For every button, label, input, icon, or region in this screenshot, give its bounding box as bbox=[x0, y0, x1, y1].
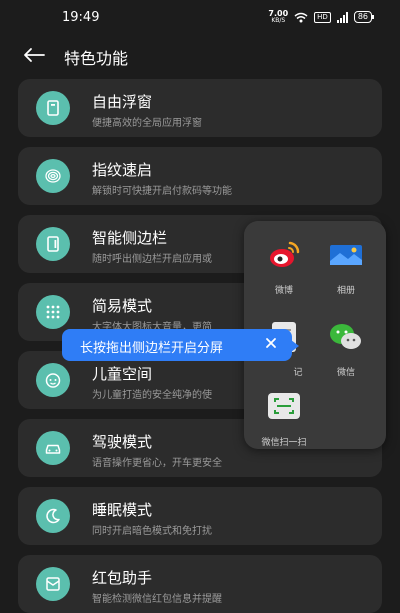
feature-item-sleep-mode[interactable]: 睡眠模式 同时开启暗色模式和免打扰 bbox=[18, 487, 382, 545]
status-icons: 7.00 KB/S HD 86 bbox=[268, 9, 375, 25]
sidebar-app-gallery[interactable]: 相册 bbox=[316, 237, 376, 296]
split-screen-tooltip: 长按拖出侧边栏开启分屏 bbox=[62, 329, 299, 361]
page-title: 特色功能 bbox=[64, 49, 129, 68]
feature-subtitle: 语音操作更省心，开车更安全 bbox=[92, 458, 222, 469]
feature-title: 智能侧边栏 bbox=[92, 229, 168, 247]
page-header: 特色功能 bbox=[0, 38, 400, 72]
moon-icon bbox=[36, 499, 70, 533]
floating-window-icon bbox=[36, 91, 70, 125]
feature-title: 自由浮窗 bbox=[92, 93, 153, 111]
wechat-scan-icon bbox=[268, 393, 300, 419]
sidebar-app-label: 微博 bbox=[274, 286, 293, 296]
sidebar-app-label: 相册 bbox=[336, 286, 355, 296]
sidebar-icon bbox=[36, 227, 70, 261]
feature-subtitle: 为儿童打造的安全纯净的使 bbox=[92, 390, 212, 401]
feature-item-fingerprint[interactable]: 指纹速启 解锁时可快捷开启付款码等功能 bbox=[18, 147, 382, 205]
signal-icon bbox=[336, 11, 348, 23]
fingerprint-icon bbox=[36, 159, 70, 193]
feature-subtitle: 同时开启暗色模式和免打扰 bbox=[92, 526, 212, 537]
gallery-icon bbox=[330, 245, 362, 265]
feature-title: 红包助手 bbox=[92, 569, 153, 587]
feature-subtitle: 解锁时可快捷开启付款码等功能 bbox=[92, 186, 232, 197]
sidebar-app-weibo[interactable]: 微博 bbox=[254, 237, 314, 296]
back-arrow-icon[interactable] bbox=[22, 47, 46, 63]
close-icon[interactable] bbox=[264, 336, 278, 350]
sidebar-app-label: 微信扫一扫 bbox=[261, 438, 307, 448]
feature-item-red-packet-assistant[interactable]: 红包助手 智能检测微信红包信息并提醒 bbox=[18, 555, 382, 613]
feature-title: 睡眠模式 bbox=[92, 501, 153, 519]
envelope-icon bbox=[36, 567, 70, 601]
status-time: 19:49 bbox=[62, 9, 100, 25]
feature-subtitle: 便捷高效的全局应用浮窗 bbox=[92, 118, 202, 129]
tooltip-text: 长按拖出侧边栏开启分屏 bbox=[80, 341, 224, 356]
feature-title: 指纹速启 bbox=[92, 161, 153, 179]
sidebar-app-label: 微信 bbox=[336, 368, 355, 378]
grid-dots-icon bbox=[36, 295, 70, 329]
hd-badge: HD bbox=[314, 11, 331, 23]
sidebar-app-label: 记 bbox=[293, 368, 303, 378]
feature-subtitle: 智能检测微信红包信息并提醒 bbox=[92, 594, 222, 605]
network-speed-value: 7.00 bbox=[268, 9, 289, 18]
feature-item-floating-window[interactable]: 自由浮窗 便捷高效的全局应用浮窗 bbox=[18, 79, 382, 137]
feature-title: 简易模式 bbox=[92, 297, 153, 315]
sidebar-app-wechat-scan[interactable]: 微信扫一扫 bbox=[254, 389, 314, 448]
network-speed-unit: KB/S bbox=[271, 17, 286, 24]
wechat-icon bbox=[330, 324, 361, 349]
sidebar-app-wechat[interactable]: 微信 bbox=[316, 319, 376, 378]
network-speed: 7.00 KB/S bbox=[268, 9, 289, 25]
battery-icon: 86 bbox=[353, 11, 375, 23]
feature-subtitle: 随时呼出侧边栏开启应用或 bbox=[92, 254, 212, 265]
weibo-icon bbox=[270, 241, 300, 267]
wifi-icon bbox=[294, 12, 308, 22]
child-face-icon bbox=[36, 363, 70, 397]
feature-title: 儿童空间 bbox=[92, 365, 153, 383]
feature-title: 驾驶模式 bbox=[92, 433, 153, 451]
status-bar: 19:49 7.00 KB/S HD 86 bbox=[0, 0, 400, 34]
car-icon bbox=[36, 431, 70, 465]
